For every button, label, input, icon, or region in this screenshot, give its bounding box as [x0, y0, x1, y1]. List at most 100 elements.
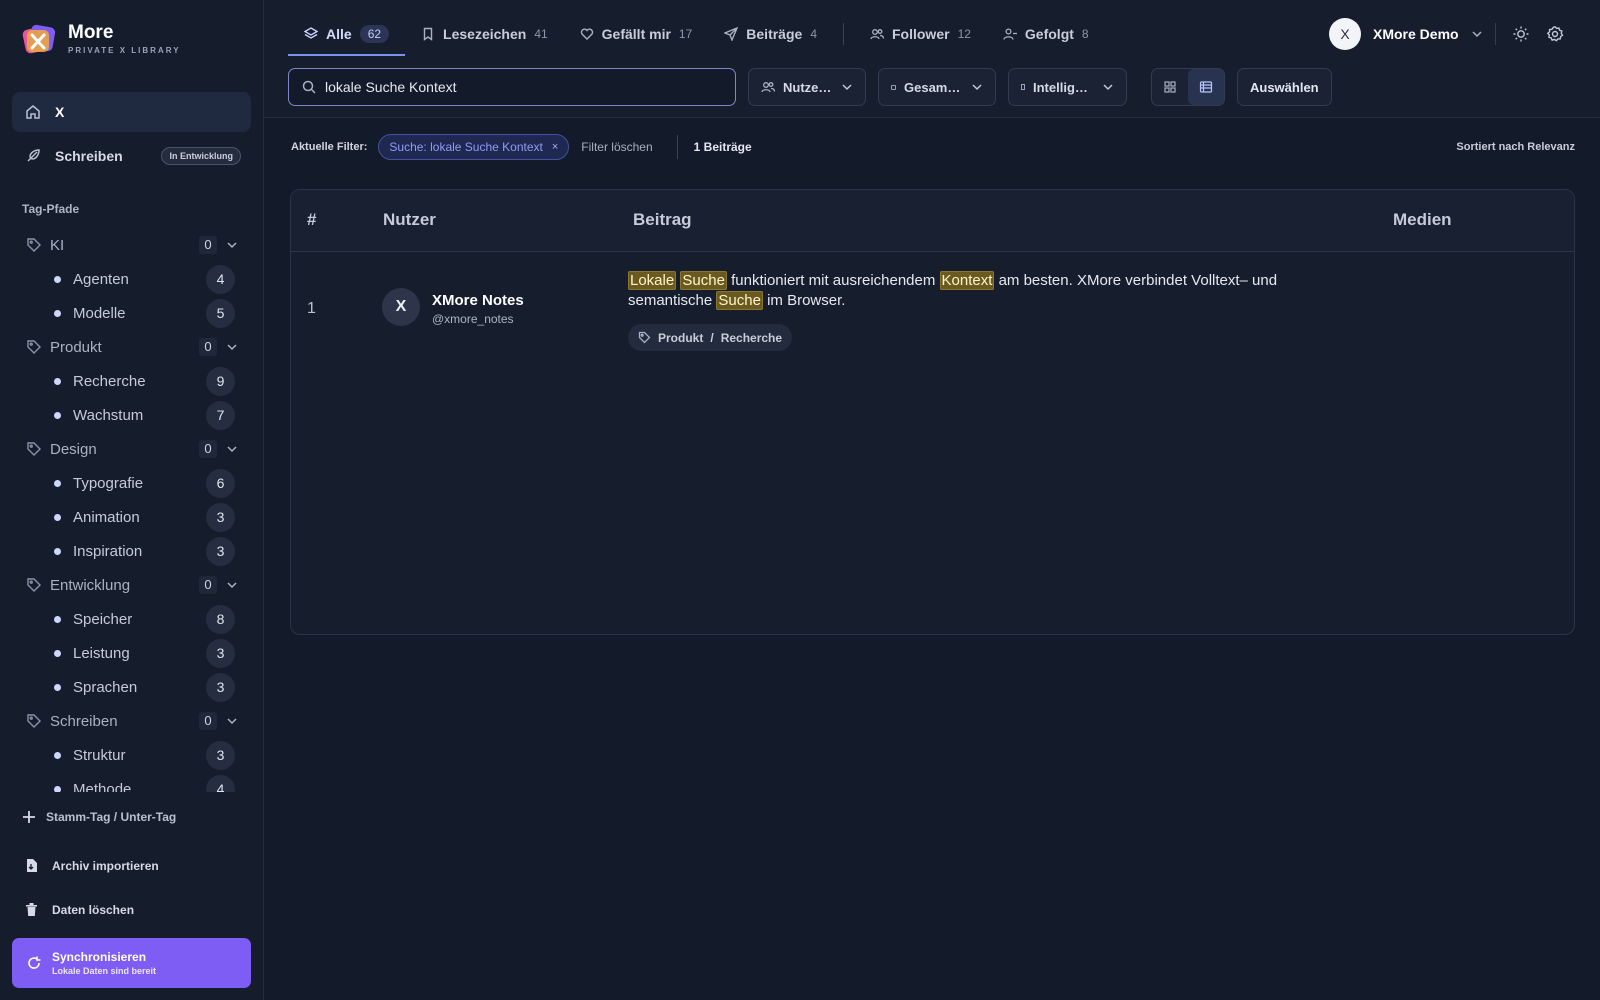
chevron-down-icon[interactable] — [226, 715, 238, 727]
tag-group-row[interactable]: Produkt 0 — [0, 330, 264, 364]
tag-child-row[interactable]: Methode 4 — [0, 772, 264, 792]
add-tag-button[interactable]: Stamm-Tag / Unter-Tag — [22, 810, 176, 824]
clear-filters-link[interactable]: Filter löschen — [581, 140, 652, 154]
search-input[interactable] — [325, 79, 715, 95]
file-import-icon — [24, 858, 39, 873]
bullet-icon — [54, 377, 61, 385]
tag-child-name: Recherche — [73, 372, 146, 390]
chevron-down-icon[interactable] — [226, 579, 238, 591]
sync-button[interactable]: Synchronisieren Lokale Daten sind bereit — [12, 938, 251, 988]
tag-child-count: 4 — [206, 265, 235, 294]
tab-follower[interactable]: Follower 12 — [854, 14, 987, 54]
tag-group-name: Entwicklung — [50, 576, 131, 594]
sidebar-item-write[interactable]: Schreiben In Entwicklung — [12, 136, 251, 176]
chevron-down-icon — [841, 81, 853, 93]
brand[interactable]: More PRIVATE X LIBRARY — [22, 22, 181, 56]
tag-group-row[interactable]: Design 0 — [0, 432, 264, 466]
bullet-icon — [54, 547, 61, 555]
tab-bar: Alle 62 Lesezeichen 41 Gefällt mir 17 Be… — [288, 14, 1105, 56]
chevron-down-icon[interactable] — [226, 239, 238, 251]
tab-gefolgt[interactable]: Gefolgt 8 — [987, 14, 1105, 54]
tag-child-count: 3 — [206, 537, 235, 566]
posts-table: # Nutzer Beitrag Medien 1 X XMore Notes … — [290, 189, 1575, 635]
column-header-user[interactable]: Nutzer — [383, 210, 436, 230]
tag-tree: KI 0 Agenten 4 Modelle 5 Produkt 0 Recherche 9 Wac… — [0, 228, 264, 792]
tag-group-row[interactable]: Entwicklung 0 — [0, 568, 264, 602]
tag-group-name: KI — [50, 236, 65, 254]
list-view-button[interactable] — [1188, 69, 1224, 105]
sort-indicator: Sortiert nach Relevanz — [1456, 141, 1575, 153]
sidebar-item-x[interactable]: X — [12, 92, 251, 132]
post-tag-badge[interactable]: Produkt / Recherche — [628, 324, 793, 351]
tab-beitraege[interactable]: Beiträge 4 — [708, 14, 833, 54]
tab-lesezeichen[interactable]: Lesezeichen 41 — [405, 14, 564, 54]
tag-child-row[interactable]: Agenten 4 — [0, 262, 264, 296]
grid-view-button[interactable] — [1152, 69, 1188, 105]
column-header-media[interactable]: Medien — [1393, 210, 1452, 230]
tag-child-name: Struktur — [73, 746, 126, 764]
tag-child-name: Animation — [73, 508, 140, 526]
avatar[interactable]: X — [1329, 18, 1361, 50]
close-icon[interactable]: × — [552, 141, 558, 153]
import-archive-button[interactable]: Archiv importieren — [24, 858, 159, 873]
gear-icon[interactable] — [1546, 25, 1564, 43]
chevron-down-icon[interactable] — [1471, 28, 1483, 40]
tag-icon — [26, 441, 42, 457]
bullet-icon — [54, 309, 61, 317]
chevron-down-icon[interactable] — [226, 443, 238, 455]
chevron-down-icon[interactable] — [226, 341, 238, 353]
tab-count: 4 — [810, 27, 817, 41]
tag-child-row[interactable]: Struktur 3 — [0, 738, 264, 772]
list-icon — [1199, 80, 1213, 94]
tag-group-count: 0 — [199, 440, 217, 458]
tag-group-row[interactable]: Schreiben 0 — [0, 704, 264, 738]
tab-label: Gefällt mir — [601, 26, 671, 42]
tag-group-count: 0 — [199, 576, 217, 594]
tag-child-name: Agenten — [73, 270, 129, 288]
tab-gefaellt-mir[interactable]: Gefällt mir 17 — [564, 14, 709, 54]
sun-icon[interactable] — [1512, 25, 1530, 43]
sync-subtitle: Lokale Daten sind bereit — [52, 966, 157, 976]
tab-count: 12 — [957, 27, 971, 41]
table-row[interactable]: 1 X XMore Notes @xmore_notes Lokale Such… — [291, 252, 1574, 362]
tag-child-count: 3 — [206, 503, 235, 532]
tag-child-name: Sprachen — [73, 678, 138, 696]
tag-child-name: Leistung — [73, 644, 130, 662]
tag-group-name: Schreiben — [50, 712, 118, 730]
bullet-icon — [54, 785, 61, 792]
delete-data-button[interactable]: Daten löschen — [24, 902, 134, 917]
user-name[interactable]: XMore Demo — [1373, 26, 1459, 42]
tag-group-row[interactable]: KI 0 — [0, 228, 264, 262]
search-filter-chip[interactable]: Suche: lokale Suche Kontext × — [378, 134, 570, 160]
tag-child-row[interactable]: Sprachen 3 — [0, 670, 264, 704]
tag-group-count: 0 — [199, 338, 217, 356]
tag-child-row[interactable]: Inspiration 3 — [0, 534, 264, 568]
sort-filter-dropdown[interactable]: Intellig… — [1008, 68, 1127, 106]
brand-subtitle: PRIVATE X LIBRARY — [68, 46, 181, 55]
avatar[interactable]: X — [382, 288, 420, 326]
tag-child-count: 6 — [206, 469, 235, 498]
tab-alle[interactable]: Alle 62 — [288, 14, 406, 56]
tag-child-row[interactable]: Typografie 6 — [0, 466, 264, 500]
tag-child-row[interactable]: Speicher 8 — [0, 602, 264, 636]
select-button[interactable]: Auswählen — [1237, 68, 1332, 106]
tag-child-row[interactable]: Leistung 3 — [0, 636, 264, 670]
tag-child-row[interactable]: Wachstum 7 — [0, 398, 264, 432]
tag-child-row[interactable]: Recherche 9 — [0, 364, 264, 398]
post-text-segment: funktioniert mit ausreichendem — [726, 272, 940, 289]
range-filter-dropdown[interactable]: Gesam… — [878, 68, 996, 106]
tag-child-row[interactable]: Modelle 5 — [0, 296, 264, 330]
tab-label: Alle — [326, 26, 352, 42]
tag-icon — [638, 331, 651, 344]
refresh-icon — [26, 955, 42, 971]
user-filter-dropdown[interactable]: Nutze… — [748, 68, 866, 106]
delete-data-label: Daten löschen — [52, 902, 135, 917]
column-header-post[interactable]: Beitrag — [633, 210, 692, 230]
author-name[interactable]: XMore Notes — [432, 292, 524, 309]
tag-child-row[interactable]: Animation 3 — [0, 500, 264, 534]
tag-section-label: Tag-Pfade — [22, 202, 80, 216]
bullet-icon — [54, 411, 61, 419]
sync-title: Synchronisieren — [52, 950, 147, 964]
divider — [1494, 23, 1496, 45]
top-bar: Alle 62 Lesezeichen 41 Gefällt mir 17 Be… — [264, 0, 1600, 118]
